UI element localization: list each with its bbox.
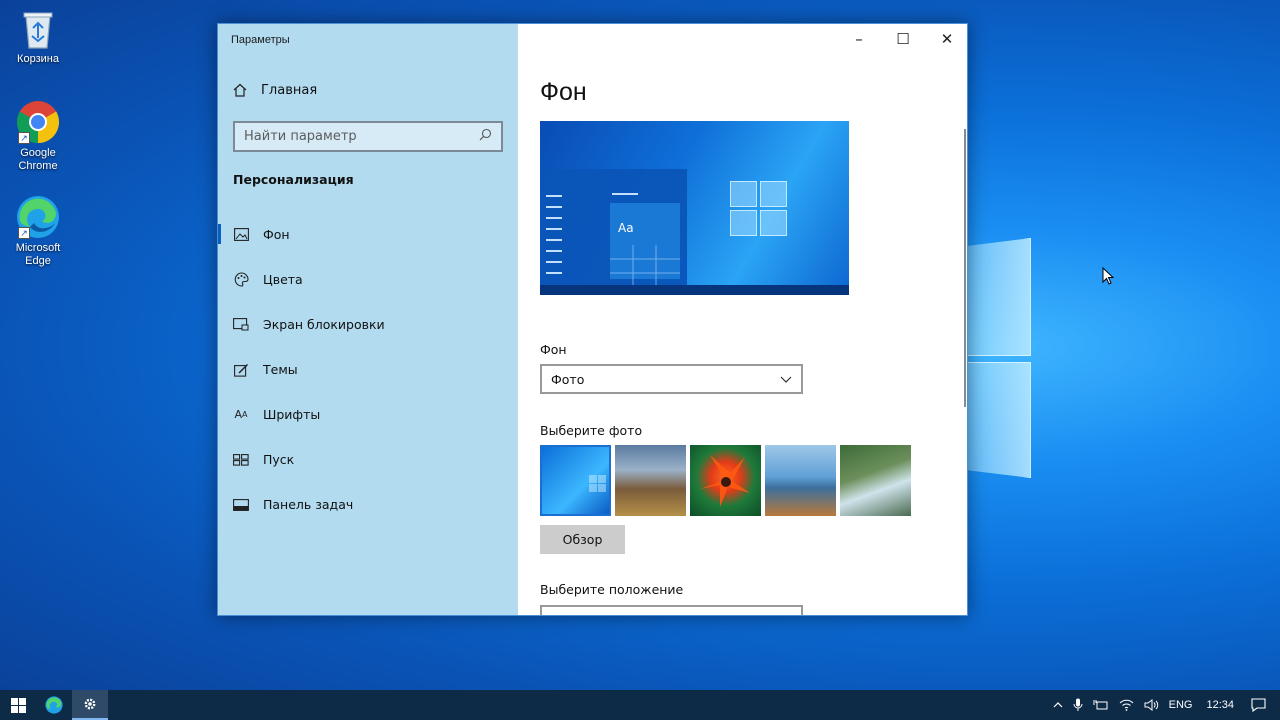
desktop-icon-label: Корзина: [17, 53, 59, 65]
notification-icon: [1251, 698, 1266, 712]
lockscreen-icon: [233, 317, 249, 333]
sidebar-item-label: Пуск: [263, 452, 295, 467]
sidebar-item-colors[interactable]: Цвета: [218, 257, 518, 302]
sidebar-item-lockscreen[interactable]: Экран блокировки: [218, 302, 518, 347]
desktop-icon-label: Google Chrome: [18, 147, 58, 172]
content-pane: – ☐ ✕ Фон Aa Фон Фото Выберите фото Обзо…: [518, 24, 967, 615]
preview-tile-grid: [610, 245, 680, 287]
sidebar-item-label: Шрифты: [263, 407, 321, 422]
background-dropdown-value: Фото: [551, 371, 585, 387]
close-button[interactable]: ✕: [925, 24, 967, 54]
choose-photo-label: Выберите фото: [540, 423, 643, 438]
preview-text: Aa: [618, 221, 634, 235]
sidebar-item-fonts[interactable]: AA Шрифты: [218, 392, 518, 437]
gear-icon: [84, 698, 96, 710]
desktop-icon-edge[interactable]: ↗ Microsoft Edge: [8, 195, 68, 268]
settings-window: Параметры Главная Найти параметр Персона…: [217, 23, 968, 616]
section-title: Персонализация: [233, 172, 354, 187]
tray-language[interactable]: ENG: [1164, 690, 1198, 720]
preview-taskbar: [540, 285, 849, 295]
desktop-icon-chrome[interactable]: ↗ Google Chrome: [8, 100, 68, 173]
sidebar: Параметры Главная Найти параметр Персона…: [218, 24, 518, 615]
chevron-down-icon: [780, 372, 792, 387]
microphone-icon: [1073, 698, 1083, 711]
sidebar-item-label: Панель задач: [263, 497, 354, 512]
taskbar-settings-button[interactable]: [72, 690, 108, 720]
taskbar: ENG 12:34: [0, 690, 1280, 720]
sidebar-item-taskbar[interactable]: Панель задач: [218, 482, 518, 527]
desktop-icon-label: Microsoft Edge: [15, 242, 61, 267]
background-label: Фон: [540, 342, 567, 357]
tray-network[interactable]: [1114, 690, 1139, 720]
tray-volume[interactable]: [1139, 690, 1164, 720]
browse-button[interactable]: Обзор: [540, 525, 625, 554]
photo-thumbnail[interactable]: [540, 445, 611, 516]
system-tray: ENG 12:34: [1048, 690, 1280, 720]
background-preview: Aa: [540, 121, 849, 295]
speaker-icon: [1144, 699, 1158, 711]
windows-start-icon: [10, 697, 26, 713]
photo-thumbnail[interactable]: [765, 445, 836, 516]
position-dropdown[interactable]: [540, 605, 803, 615]
start-button[interactable]: [0, 690, 36, 720]
page-title: Фон: [540, 78, 587, 106]
search-icon: [479, 128, 492, 145]
sidebar-item-themes[interactable]: Темы: [218, 347, 518, 392]
start-icon: [233, 452, 249, 468]
photo-thumbnail[interactable]: [615, 445, 686, 516]
photo-thumbnails: [540, 445, 911, 516]
tray-clock[interactable]: 12:34: [1197, 690, 1243, 720]
battery-icon: [1093, 700, 1108, 710]
photo-thumbnail[interactable]: [690, 445, 761, 516]
fonts-icon: AA: [234, 408, 248, 421]
preview-windows-logo: [730, 181, 788, 237]
taskbar-icon: [233, 497, 249, 513]
recycle-bin-icon: [19, 8, 57, 50]
search-placeholder: Найти параметр: [244, 129, 357, 144]
taskbar-edge-button[interactable]: [36, 690, 72, 720]
home-icon: [232, 82, 248, 98]
home-label: Главная: [261, 82, 318, 98]
sidebar-item-label: Темы: [263, 362, 298, 377]
maximize-button[interactable]: ☐: [881, 24, 925, 54]
edge-icon: ↗: [16, 195, 60, 239]
edge-icon: [45, 696, 63, 714]
tray-power[interactable]: [1088, 690, 1114, 720]
tray-notifications[interactable]: [1243, 690, 1280, 720]
sidebar-item-start[interactable]: Пуск: [218, 437, 518, 482]
tray-overflow-button[interactable]: [1048, 690, 1068, 720]
tray-microphone[interactable]: [1068, 690, 1088, 720]
background-dropdown[interactable]: Фото: [540, 364, 803, 394]
palette-icon: [233, 272, 249, 288]
themes-icon: [233, 362, 249, 378]
sidebar-item-label: Цвета: [263, 272, 303, 287]
minimize-button[interactable]: –: [837, 24, 881, 54]
desktop-icon-recycle-bin[interactable]: Корзина: [8, 8, 68, 66]
window-controls: – ☐ ✕: [837, 24, 967, 54]
chrome-icon: ↗: [16, 100, 60, 144]
sidebar-item-label: Экран блокировки: [263, 317, 385, 332]
chevron-up-icon: [1053, 702, 1063, 708]
mouse-cursor-icon: [1102, 267, 1114, 285]
home-button[interactable]: Главная: [232, 82, 317, 98]
sidebar-item-label: Фон: [263, 227, 290, 242]
window-title: Параметры: [231, 34, 290, 46]
photo-thumbnail[interactable]: [840, 445, 911, 516]
sidebar-nav: Фон Цвета Экран блокировки Темы A A Шриф…: [218, 212, 518, 527]
sidebar-item-background[interactable]: Фон: [218, 212, 518, 257]
image-icon: [233, 227, 249, 243]
scrollbar[interactable]: [964, 129, 966, 407]
position-label: Выберите положение: [540, 582, 684, 597]
search-input[interactable]: Найти параметр: [233, 121, 503, 152]
wifi-icon: [1119, 699, 1133, 711]
